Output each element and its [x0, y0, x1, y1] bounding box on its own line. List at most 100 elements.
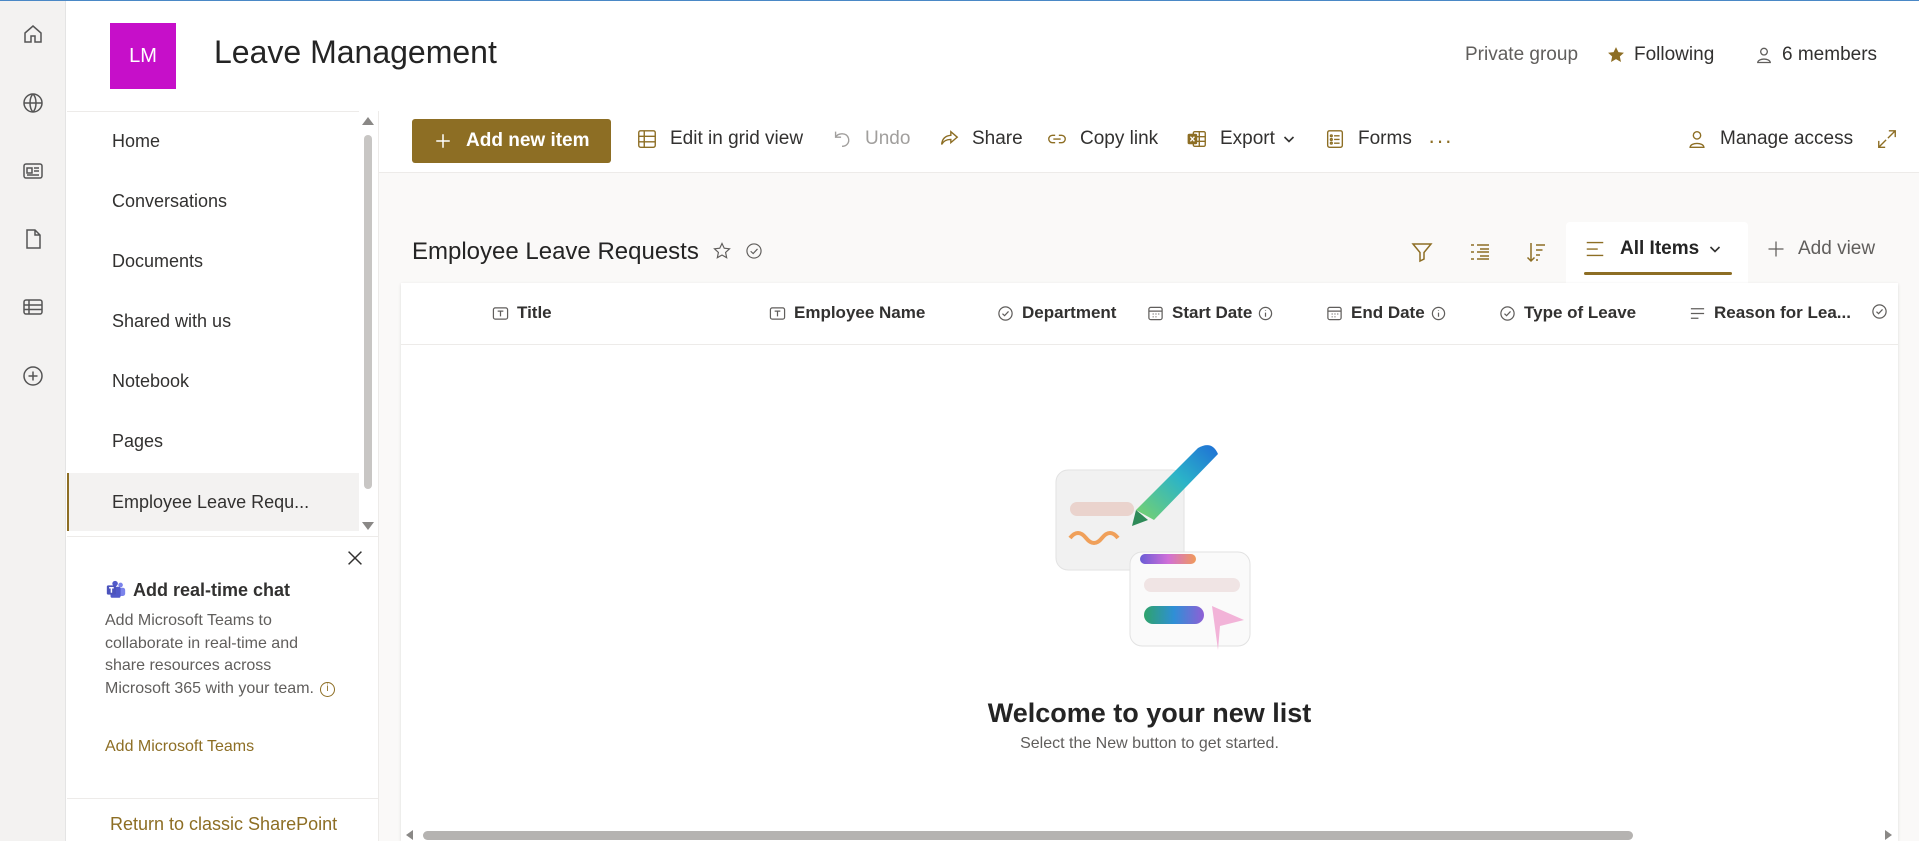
return-to-classic-link[interactable]: Return to classic SharePoint	[110, 814, 337, 835]
forms-label: Forms	[1358, 128, 1412, 149]
hscroll-thumb[interactable]	[423, 831, 1633, 840]
teams-promo-title: Add real-time chat	[133, 579, 291, 600]
export-button[interactable]: Export	[1186, 128, 1295, 150]
nav-item-pages[interactable]: Pages	[67, 412, 359, 470]
file-icon[interactable]	[19, 225, 47, 253]
hscroll-left-arrow[interactable]	[406, 830, 413, 840]
column-title-label: Title	[517, 303, 552, 322]
column-header-employee-name[interactable]: Employee Name	[769, 303, 925, 323]
text-field-icon	[492, 306, 509, 320]
info-icon[interactable]	[1258, 306, 1273, 321]
list-view-icon	[1586, 241, 1604, 257]
following-button[interactable]: Following	[1606, 44, 1714, 66]
copy-link-button[interactable]: Copy link	[1046, 128, 1158, 150]
add-view-label: Add view	[1798, 238, 1876, 259]
add-view-button[interactable]: Add view	[1766, 238, 1875, 260]
column-header-type-of-leave[interactable]: Type of Leave	[1499, 303, 1636, 323]
share-icon	[940, 130, 959, 145]
close-icon[interactable]	[344, 547, 368, 571]
teams-promo-text: Add Microsoft Teams to collaborate in re…	[105, 612, 314, 697]
nav-item-conversations[interactable]: Conversations	[67, 172, 359, 230]
add-new-item-button[interactable]: Add new item	[412, 119, 611, 163]
column-header-reason-for-leave[interactable]: Reason for Lea...	[1689, 303, 1851, 323]
chevron-down-icon	[1283, 136, 1294, 143]
add-circle-icon[interactable]	[19, 362, 47, 390]
info-icon[interactable]: i	[319, 681, 335, 697]
nav-item-shared-with-us[interactable]: Shared with us	[67, 292, 359, 350]
favorite-star-icon[interactable]	[712, 241, 734, 263]
column-header-start-date[interactable]: Start Date	[1147, 303, 1273, 323]
column-end-date-label: End Date	[1351, 303, 1425, 322]
expand-icon[interactable]	[1876, 128, 1910, 150]
privacy-text: Private group	[1465, 44, 1579, 65]
view-selector-all-items[interactable]: All Items	[1566, 222, 1748, 284]
scroll-up-arrow[interactable]	[362, 117, 374, 125]
teams-promo-heading: Add real-time chat	[105, 579, 290, 601]
info-icon[interactable]	[1431, 306, 1446, 321]
hscroll-right-arrow[interactable]	[1885, 830, 1892, 840]
site-navigation: Home Conversations Documents Shared with…	[67, 111, 359, 536]
top-accent-line	[0, 0, 1919, 1]
view-selector-content: All Items	[1584, 238, 1721, 260]
column-header-row: Title Employee Name Department Start Dat…	[401, 283, 1898, 345]
expand-arrows-graphic	[1878, 130, 1896, 148]
undo-button[interactable]: Undo	[831, 128, 910, 150]
column-header-overflow[interactable]	[1871, 303, 1896, 320]
globe-icon[interactable]	[19, 89, 47, 117]
nav-item-notebook[interactable]: Notebook	[67, 352, 359, 410]
forms-icon	[1326, 130, 1344, 148]
person-outline-icon	[1689, 130, 1705, 148]
choice-icon	[1500, 305, 1515, 321]
text-field-icon	[769, 306, 786, 320]
members-button[interactable]: 6 members	[1754, 44, 1877, 66]
privacy-label: Private group	[1465, 44, 1578, 66]
column-employee-name-label: Employee Name	[794, 303, 926, 322]
more-options-icon[interactable]: ···	[1428, 128, 1453, 154]
list-card: Title Employee Name Department Start Dat…	[401, 283, 1898, 841]
sort-icon[interactable]	[1522, 238, 1550, 266]
group-by-icon[interactable]	[1466, 238, 1494, 266]
undo-icon	[834, 131, 850, 148]
list-icon[interactable]	[19, 293, 47, 321]
edit-grid-view-label: Edit in grid view	[670, 128, 804, 149]
excel-icon	[1187, 130, 1206, 148]
teams-icon	[106, 580, 126, 598]
empty-list-illustration	[1055, 445, 1251, 650]
manage-access-button[interactable]: Manage access	[1686, 128, 1853, 150]
share-label: Share	[972, 128, 1023, 149]
forms-button[interactable]: Forms	[1324, 128, 1412, 150]
multiline-text-icon	[1690, 307, 1705, 319]
chevron-down-icon	[1710, 246, 1721, 253]
column-type-of-leave-label: Type of Leave	[1524, 303, 1637, 322]
nav-item-home[interactable]: Home	[67, 112, 359, 170]
site-title[interactable]: Leave Management	[214, 34, 497, 71]
column-header-department[interactable]: Department	[997, 303, 1116, 323]
column-department-label: Department	[1022, 303, 1117, 322]
filter-icon[interactable]	[1408, 238, 1436, 266]
share-button[interactable]: Share	[938, 128, 1023, 150]
column-header-end-date[interactable]: End Date	[1326, 303, 1446, 323]
person-icon	[1757, 47, 1771, 64]
column-reason-label: Reason for Lea...	[1714, 303, 1851, 322]
manage-access-label: Manage access	[1720, 128, 1854, 149]
nav-item-documents[interactable]: Documents	[67, 232, 359, 290]
home-icon[interactable]	[19, 20, 47, 48]
following-label: Following	[1634, 44, 1715, 65]
scroll-down-arrow[interactable]	[362, 522, 374, 530]
plus-icon	[436, 134, 450, 148]
scroll-thumb[interactable]	[364, 135, 372, 489]
edit-grid-view-button[interactable]: Edit in grid view	[636, 128, 803, 150]
export-label: Export	[1220, 128, 1275, 149]
news-icon[interactable]	[19, 157, 47, 185]
star-filled-icon	[1608, 47, 1624, 62]
nav-item-employee-leave-requests[interactable]: Employee Leave Requ...	[67, 473, 359, 531]
site-logo[interactable]: LM	[110, 23, 176, 89]
column-header-title[interactable]: Title	[492, 303, 552, 323]
active-view-underline	[1584, 272, 1732, 275]
nav-scrollbar[interactable]	[358, 111, 378, 536]
list-info-check-icon[interactable]	[744, 241, 766, 263]
empty-state-subtitle: Select the New button to get started.	[1020, 735, 1279, 752]
add-microsoft-teams-link[interactable]: Add Microsoft Teams	[105, 738, 254, 756]
calendar-icon	[1327, 306, 1342, 320]
list-title: Employee Leave Requests	[412, 238, 699, 265]
